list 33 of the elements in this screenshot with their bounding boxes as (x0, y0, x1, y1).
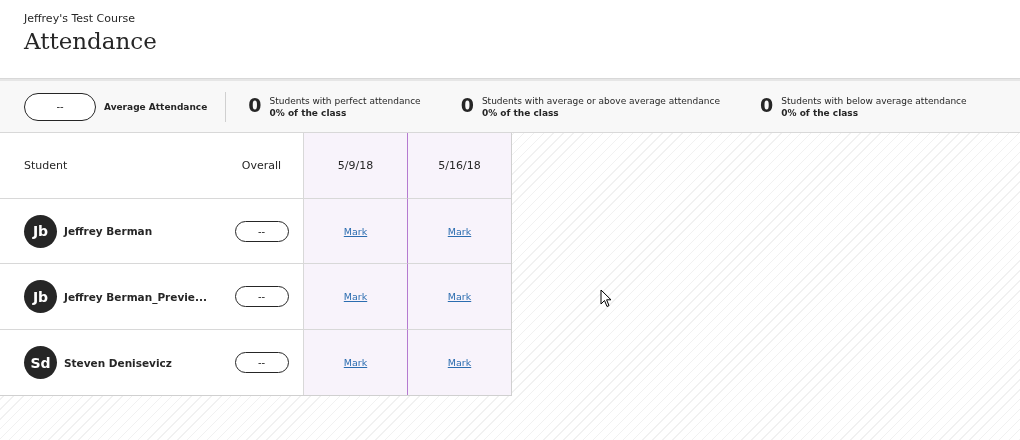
stat-count: 0 (248, 94, 262, 115)
overall-grade: -- (234, 352, 289, 373)
mark-link[interactable]: Mark (447, 357, 472, 368)
avatar-icon: Sd (24, 346, 57, 379)
stat-count: 0 (760, 94, 774, 115)
page-title: Attendance (24, 28, 158, 54)
stat-label: Students with average or above average attendance (481, 94, 720, 107)
overall-grade: -- (234, 220, 289, 242)
cursor-icon (600, 289, 612, 308)
average-label: Average Attendance (104, 101, 208, 112)
avatar-icon: Jb (24, 280, 57, 313)
avatar-icon: Jb (24, 214, 57, 248)
column-header: 5/16/18 (438, 159, 481, 172)
stat-label: Students with perfect attendance (269, 94, 421, 107)
student-name[interactable]: Jeffrey Berman_Previe... (64, 290, 207, 303)
student-name[interactable]: Jeffrey Berman (64, 225, 153, 237)
stat-share: 0% of the class (269, 106, 348, 119)
column-header: Overall (241, 159, 282, 172)
student-name[interactable]: Steven Denisevicz (64, 356, 172, 369)
course-name: Jeffrey's Test Course (24, 12, 136, 25)
mark-link[interactable]: Mark (447, 291, 472, 302)
stat-share: 0% of the class (481, 106, 560, 119)
stat-label: Students with below average attendance (781, 94, 967, 107)
stat-share: 0% of the class (781, 106, 860, 119)
column-header: Student (24, 159, 68, 172)
mark-link[interactable]: Mark (447, 225, 472, 237)
stat-count: 0 (460, 94, 474, 115)
mark-link[interactable]: Mark (343, 225, 368, 237)
mark-link[interactable]: Mark (343, 357, 368, 368)
average-value: -- (24, 92, 96, 121)
overall-grade: -- (234, 286, 289, 307)
column-header: 5/9/18 (337, 159, 374, 172)
mark-link[interactable]: Mark (343, 291, 368, 302)
